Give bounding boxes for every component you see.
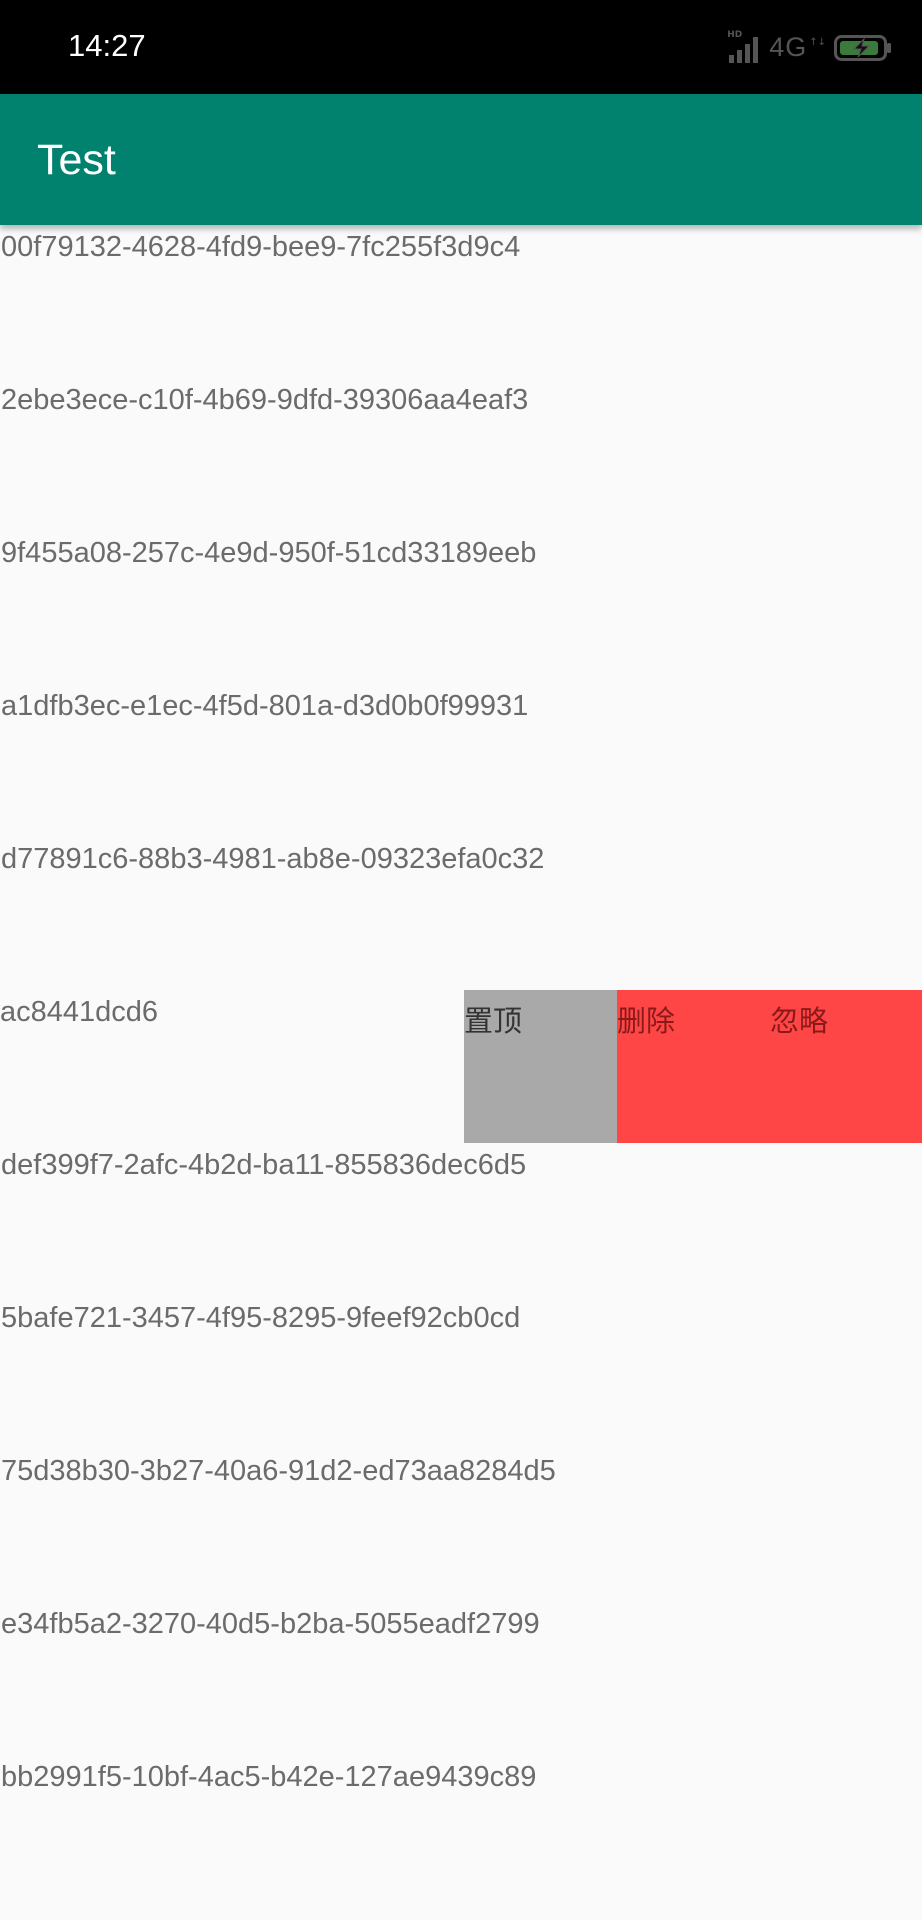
- battery-charging-icon: [834, 34, 892, 61]
- list-item[interactable]: d77891c6-88b3-4981-ab8e-09323efa0c32: [0, 837, 922, 990]
- delete-button[interactable]: 删除: [617, 990, 770, 1143]
- list-item[interactable]: bb2991f5-10bf-4ac5-b42e-127ae9439c89: [0, 1755, 922, 1908]
- list-item[interactable]: def399f7-2afc-4b2d-ba11-855836dec6d5: [0, 1143, 922, 1296]
- hd-badge: HD: [727, 29, 743, 40]
- list-item[interactable]: 2ebe3ece-c10f-4b69-9dfd-39306aa4eaf3: [0, 378, 922, 531]
- list-item-text: d77891c6-88b3-4981-ab8e-09323efa0c32: [1, 843, 545, 875]
- list-item-text: 5bafe721-3457-4f95-8295-9feef92cb0cd: [1, 1302, 521, 1334]
- list-item[interactable]: a1dfb3ec-e1ec-4f5d-801a-d3d0b0f99931: [0, 684, 922, 837]
- delete-label: 删除: [617, 1004, 676, 1038]
- list-item[interactable]: 00f79132-4628-4fd9-bee9-7fc255f3d9c4: [0, 225, 922, 378]
- list-item-text: e34fb5a2-3270-40d5-b2ba-5055eadf2799: [1, 1608, 540, 1640]
- list-item[interactable]: e34fb5a2-3270-40d5-b2ba-5055eadf2799: [0, 1602, 922, 1755]
- list-item[interactable]: 9f455a08-257c-4e9d-950f-51cd33189eeb: [0, 531, 922, 684]
- list-item-text: 2ebe3ece-c10f-4b69-9dfd-39306aa4eaf3: [1, 384, 529, 416]
- list-item-text: 75d38b30-3b27-40a6-91d2-ed73aa8284d5: [1, 1455, 556, 1487]
- status-time: 14:27: [68, 28, 146, 63]
- list-item-text: bb2991f5-10bf-4ac5-b42e-127ae9439c89: [1, 1761, 537, 1793]
- list-item-text: ac8441dcd6: [0, 996, 159, 1028]
- data-activity-icon: ↑↓: [809, 36, 826, 48]
- list-item-text: a1dfb3ec-e1ec-4f5d-801a-d3d0b0f99931: [1, 690, 529, 722]
- list-item-text: 00f79132-4628-4fd9-bee9-7fc255f3d9c4: [1, 231, 521, 263]
- network-type-label: 4G: [769, 32, 808, 62]
- list-item-text: 9f455a08-257c-4e9d-950f-51cd33189eeb: [1, 537, 537, 569]
- ignore-label: 忽略: [770, 1004, 829, 1038]
- app-bar: Test: [0, 94, 922, 225]
- list-item[interactable]: 5bafe721-3457-4f95-8295-9feef92cb0cd: [0, 1296, 922, 1449]
- pin-to-top-label: 置顶: [464, 1004, 523, 1038]
- pin-to-top-button[interactable]: 置顶: [464, 990, 617, 1143]
- swiped-list-item[interactable]: ac8441dcd6 置顶 删除 忽略: [0, 990, 922, 1143]
- uuid-list[interactable]: 00f79132-4628-4fd9-bee9-7fc255f3d9c4 2eb…: [0, 0, 922, 1920]
- list-item[interactable]: 75d38b30-3b27-40a6-91d2-ed73aa8284d5: [0, 1449, 922, 1602]
- list-item-text: def399f7-2afc-4b2d-ba11-855836dec6d5: [1, 1149, 527, 1181]
- ignore-button[interactable]: 忽略: [770, 990, 922, 1143]
- status-icons: HD 4G ↑↓: [727, 29, 892, 63]
- signal-icon: HD: [727, 29, 761, 63]
- status-bar: 14:27 HD 4G ↑↓: [0, 0, 922, 94]
- app-title: Test: [37, 136, 116, 184]
